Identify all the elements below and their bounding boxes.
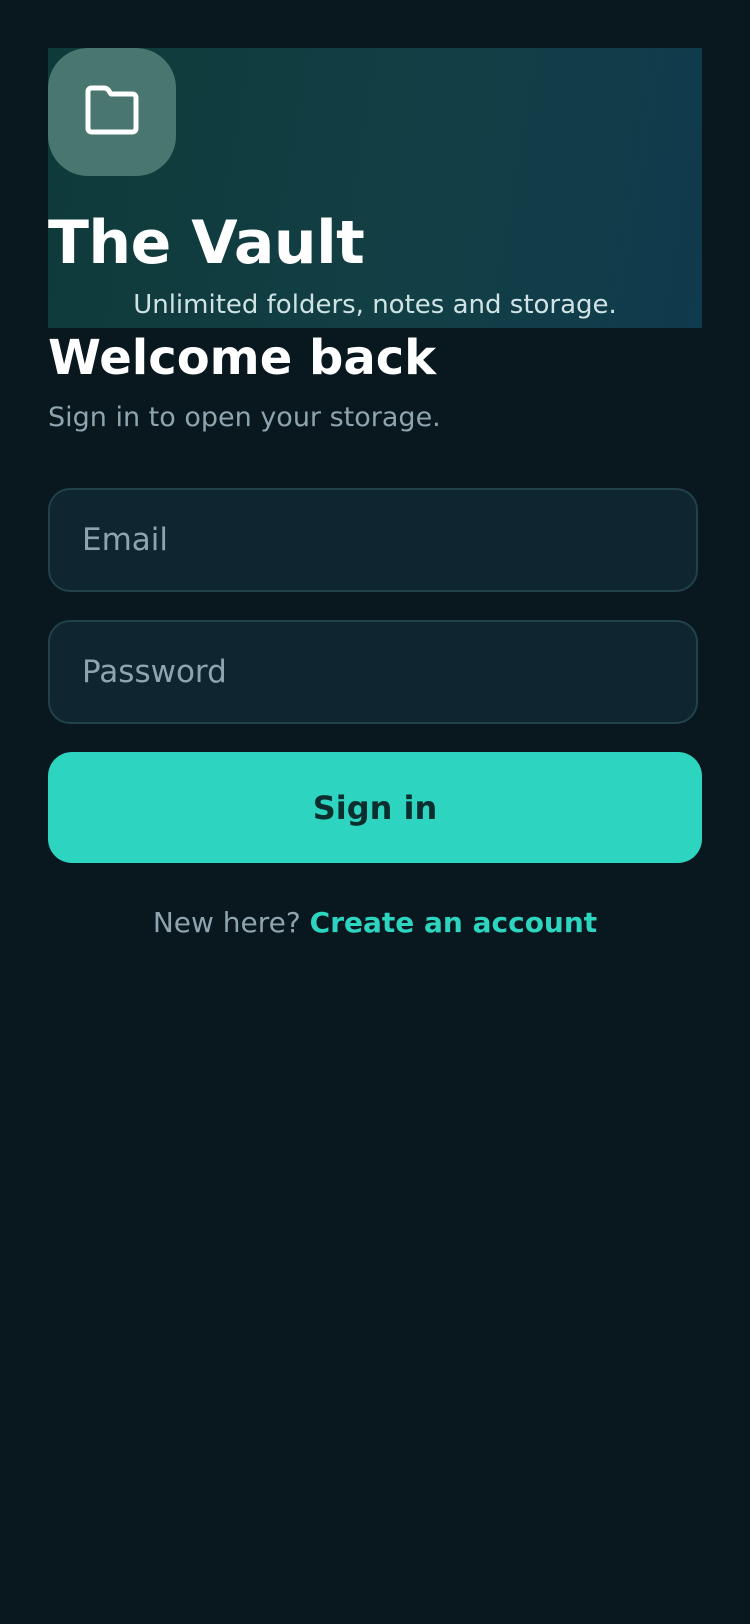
page-title: Welcome back — [48, 330, 437, 386]
page-subtitle: Sign in to open your storage. — [48, 402, 441, 433]
app-tagline: Unlimited folders, notes and storage. — [133, 290, 617, 320]
app-logo — [48, 48, 176, 176]
signup-prompt: New here? Create an account — [0, 906, 750, 939]
hero-banner: The Vault Unlimited folders, notes and s… — [48, 48, 702, 328]
app-title: The Vault — [48, 208, 365, 278]
email-field[interactable] — [48, 488, 698, 592]
password-field[interactable] — [48, 620, 698, 724]
signup-prompt-text: New here? — [152, 906, 301, 939]
sign-in-button[interactable]: Sign in — [48, 752, 702, 863]
create-account-link[interactable]: Create an account — [310, 906, 598, 939]
folder-icon — [82, 84, 142, 140]
